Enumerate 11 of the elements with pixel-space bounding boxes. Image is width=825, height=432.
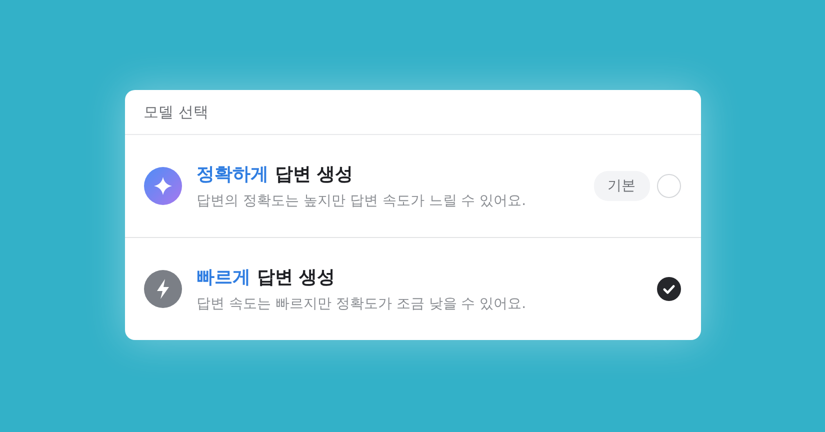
option-title: 정확하게 답변 생성 [196, 163, 354, 186]
panel-title: 모델 선택 [144, 102, 208, 122]
option-description: 답변 속도는 빠르지만 정확도가 조금 낮을 수 있어요. [196, 295, 528, 313]
sparkle-icon [144, 167, 182, 205]
model-option[interactable]: 빠르게 답변 생성 답변 속도는 빠르지만 정확도가 조금 낮을 수 있어요. [124, 237, 700, 340]
lightning-icon [144, 270, 182, 308]
option-description: 답변의 정확도는 높지만 답변 속도가 느릴 수 있어요. [196, 192, 528, 210]
option-title: 빠르게 답변 생성 [196, 266, 336, 289]
default-badge: 기본 [594, 171, 650, 201]
model-option[interactable]: 정확하게 답변 생성 답변의 정확도는 높지만 답변 속도가 느릴 수 있어요. 기본 [124, 135, 700, 237]
radio-button[interactable] [656, 277, 680, 301]
